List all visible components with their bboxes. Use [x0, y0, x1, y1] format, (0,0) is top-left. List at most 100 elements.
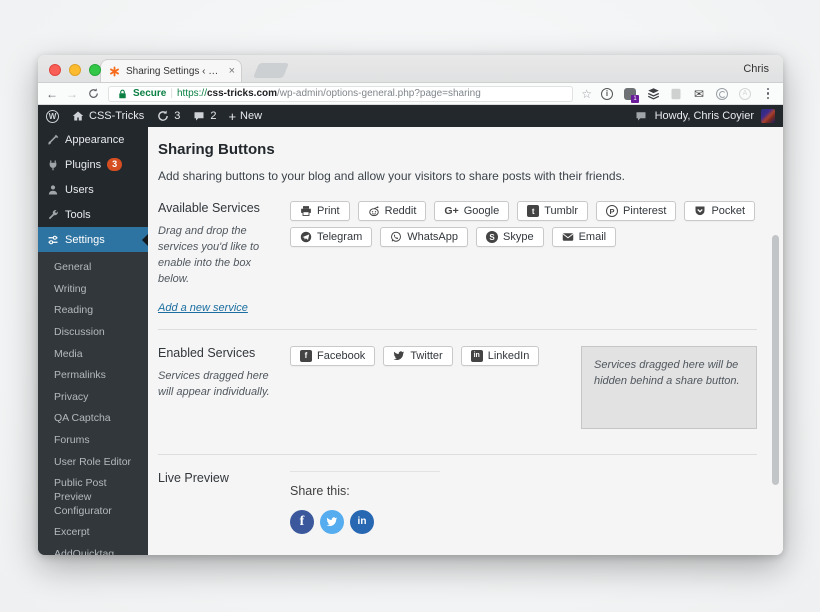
plus-icon: +	[228, 108, 237, 124]
service-button-print[interactable]: Print	[290, 201, 350, 221]
submenu-item-discussion[interactable]: Discussion	[38, 322, 148, 344]
lock-icon	[115, 87, 129, 101]
twitter-share-button[interactable]	[320, 509, 344, 534]
linkedin-share-button[interactable]: in	[350, 509, 374, 534]
paintbrush-icon	[46, 133, 59, 146]
spiral-extension-icon[interactable]	[715, 87, 729, 101]
info-icon[interactable]: i	[600, 87, 614, 101]
wp-admin-sidebar: Appearance Plugins 3 Users Tools Setting…	[38, 127, 148, 555]
address-bar[interactable]: Secure | https://css-tricks.com/wp-admin…	[108, 85, 574, 102]
google-plus-icon: G+	[444, 205, 459, 217]
submenu-item-public-post-preview[interactable]: Public Post Preview Configurator	[38, 473, 148, 522]
browser-menu-icon[interactable]	[761, 87, 775, 101]
service-button-reddit[interactable]: Reddit	[357, 201, 427, 221]
settings-sliders-icon	[46, 233, 59, 246]
site-link[interactable]: CSS-Tricks	[71, 109, 144, 123]
service-button-facebook[interactable]: f Facebook	[290, 345, 376, 366]
print-icon	[300, 205, 312, 217]
updates-icon	[156, 109, 170, 123]
reddit-icon	[368, 205, 380, 217]
service-button-twitter[interactable]: Twitter	[383, 345, 453, 366]
preview-divider	[290, 470, 440, 472]
add-new-service-link[interactable]: Add a new service	[158, 302, 248, 314]
scrollbar-thumb[interactable]	[772, 235, 779, 485]
browser-profile-name[interactable]: Chris	[743, 63, 769, 75]
bookmark-star-icon[interactable]: ☆	[581, 87, 592, 101]
back-icon[interactable]: ←	[46, 88, 58, 100]
submenu-item-user-role-editor[interactable]: User Role Editor	[38, 452, 148, 474]
avatar[interactable]	[761, 109, 775, 123]
forward-icon: →	[66, 86, 78, 101]
settings-submenu: General Writing Reading Discussion Media…	[38, 252, 148, 555]
wrench-icon	[46, 208, 59, 221]
service-button-pinterest[interactable]: P Pinterest	[596, 201, 677, 221]
pinterest-icon: P	[606, 205, 619, 217]
available-services-helper: Drag and drop the services you'd like to…	[158, 225, 260, 285]
service-button-linkedin[interactable]: in LinkedIn	[460, 345, 540, 366]
submenu-item-forums[interactable]: Forums	[38, 430, 148, 452]
facebook-share-button[interactable]: f	[290, 509, 314, 534]
browser-tab[interactable]: Sharing Settings ‹ CSS-Tricks ×	[100, 59, 242, 82]
minimize-window-button[interactable]	[69, 64, 81, 76]
updates-count: 3	[174, 110, 181, 122]
reload-icon[interactable]	[86, 87, 100, 101]
submenu-item-qa-captcha[interactable]: QA Captcha	[38, 408, 148, 430]
linkedin-icon: in	[470, 349, 483, 362]
submenu-item-reading[interactable]: Reading	[38, 300, 148, 322]
layers-extension-icon[interactable]	[646, 87, 660, 101]
comments-count: 2	[210, 110, 217, 122]
ghostery-extension-icon[interactable]: 1	[623, 87, 639, 103]
hidden-services-dropzone[interactable]: Services dragged here will be hidden beh…	[581, 345, 757, 429]
service-button-whatsapp[interactable]: WhatsApp	[380, 227, 468, 247]
service-button-email[interactable]: Email	[551, 227, 617, 247]
browser-toolbar: ← → Secure | https://css-tricks.com/wp-a…	[38, 83, 783, 105]
live-preview-box: Share this: f in	[290, 470, 757, 534]
comments-menu[interactable]: 2	[192, 109, 216, 123]
dropzone-text: Services dragged here will be hidden beh…	[594, 358, 740, 387]
wp-logo-menu[interactable]: W	[46, 109, 59, 123]
close-window-button[interactable]	[49, 64, 61, 76]
updates-menu[interactable]: 3	[156, 109, 180, 123]
secure-label: Secure	[133, 88, 167, 99]
new-menu[interactable]: + New	[228, 109, 262, 124]
live-preview-label: Live Preview	[158, 470, 229, 485]
zoom-window-button[interactable]	[89, 64, 101, 76]
submenu-item-writing[interactable]: Writing	[38, 279, 148, 301]
submenu-item-addquicktag[interactable]: AddQuicktag	[38, 544, 148, 555]
sidebar-item-tools[interactable]: Tools	[38, 202, 148, 227]
submenu-item-media[interactable]: Media	[38, 344, 148, 366]
submenu-item-general[interactable]: General	[38, 257, 148, 279]
disabled-extension-icon[interactable]	[669, 87, 683, 101]
page-title: Sharing Buttons	[158, 141, 275, 158]
sidebar-item-settings[interactable]: Settings	[38, 227, 148, 252]
accessibility-extension-icon[interactable]: A	[738, 87, 752, 101]
tab-close-icon[interactable]: ×	[229, 65, 235, 77]
sidebar-item-users[interactable]: Users	[38, 177, 148, 202]
tumblr-icon: t	[527, 205, 540, 217]
mail-extension-icon[interactable]: ✉	[692, 87, 706, 101]
notification-bubble-icon[interactable]	[634, 109, 648, 123]
section-divider	[158, 328, 757, 330]
url-text: https://css-tricks.com/wp-admin/options-…	[177, 88, 481, 99]
telegram-icon	[300, 231, 312, 243]
extension-icons: i 1 ✉ A	[600, 87, 775, 103]
service-button-skype[interactable]: S Skype	[476, 227, 544, 247]
user-icon	[46, 183, 59, 196]
howdy-account-menu[interactable]: Howdy, Chris Coyier	[655, 110, 754, 122]
service-button-telegram[interactable]: Telegram	[290, 227, 373, 247]
service-button-tumblr[interactable]: t Tumblr	[517, 201, 589, 221]
plugin-icon	[46, 158, 59, 171]
service-button-google[interactable]: G+ Google	[434, 201, 510, 221]
submenu-item-permalinks[interactable]: Permalinks	[38, 365, 148, 387]
enabled-services-helper: Services dragged here will appear indivi…	[158, 369, 270, 398]
site-name: CSS-Tricks	[89, 110, 145, 122]
sidebar-item-appearance[interactable]: Appearance	[38, 127, 148, 152]
service-button-pocket[interactable]: Pocket	[684, 201, 756, 221]
submenu-item-privacy[interactable]: Privacy	[38, 387, 148, 409]
submenu-item-excerpt[interactable]: Excerpt	[38, 522, 148, 544]
traffic-lights	[49, 64, 101, 76]
sidebar-item-plugins[interactable]: Plugins 3	[38, 152, 148, 177]
extension-badge: 1	[631, 94, 639, 103]
new-tab-button[interactable]	[252, 63, 290, 78]
share-this-text: Share this:	[290, 483, 350, 498]
